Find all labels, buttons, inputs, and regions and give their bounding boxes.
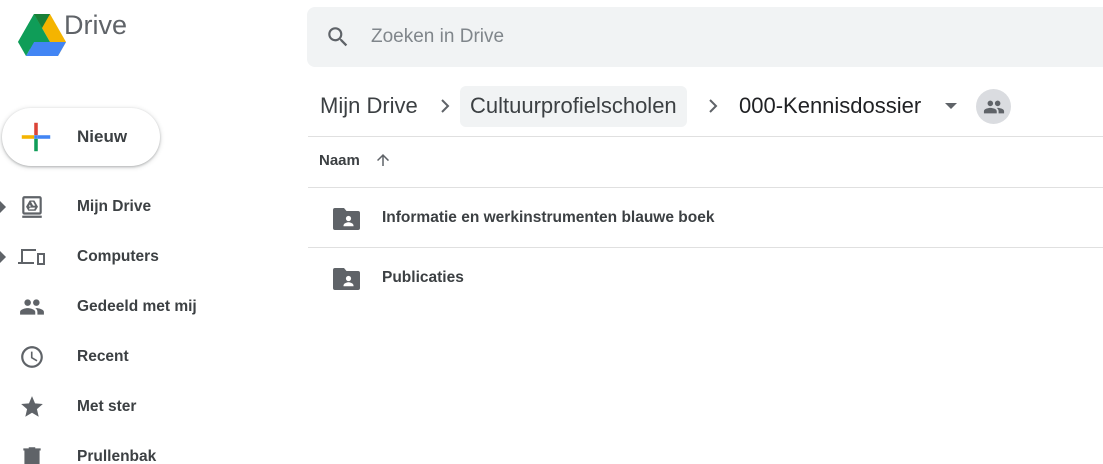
sidebar-item-shared-with-me[interactable]: Gedeeld met mij — [0, 282, 290, 332]
list-item[interactable]: Informatie en werkinstrumenten blauwe bo… — [308, 189, 1103, 247]
sidebar-item-label: Mijn Drive — [77, 198, 152, 215]
shared-with-me-icon — [20, 299, 44, 315]
shared-folder-badge[interactable] — [976, 89, 1011, 124]
search-input[interactable] — [371, 7, 1071, 67]
sidebar-item-computers[interactable]: Computers — [0, 232, 290, 282]
my-drive-icon — [22, 196, 42, 218]
sidebar-item-my-drive[interactable]: Mijn Drive — [0, 182, 290, 232]
computers-icon — [18, 249, 45, 265]
sidebar-item-label: Prullenbak — [77, 448, 157, 464]
new-button[interactable]: Nieuw — [2, 108, 160, 166]
expand-caret-icon[interactable] — [0, 201, 6, 213]
expand-caret-icon[interactable] — [0, 251, 6, 263]
sidebar-item-label: Met ster — [77, 398, 137, 415]
plus-icon — [21, 122, 51, 152]
drive-logo-icon — [18, 14, 66, 56]
sidebar-item-label: Gedeeld met mij — [77, 298, 197, 315]
file-name: Informatie en werkinstrumenten blauwe bo… — [382, 209, 715, 226]
divider — [308, 187, 1103, 188]
column-header-name[interactable]: Naam — [319, 152, 360, 169]
shared-folder-icon — [333, 268, 360, 290]
divider — [308, 247, 1103, 248]
search-icon[interactable] — [325, 24, 351, 50]
breadcrumb-root[interactable]: Mijn Drive — [320, 93, 418, 119]
breadcrumb-current[interactable]: 000-Kennisdossier — [739, 93, 921, 119]
divider — [308, 136, 1103, 137]
sidebar-item-trash[interactable]: Prullenbak — [0, 432, 290, 464]
chevron-right-icon — [709, 99, 718, 113]
list-item[interactable]: Publicaties — [308, 249, 1103, 307]
chevron-right-icon — [441, 99, 450, 113]
new-button-label: Nieuw — [77, 127, 128, 146]
file-name: Publicaties — [382, 269, 464, 286]
clock-icon — [21, 346, 43, 368]
star-icon — [21, 396, 43, 417]
trash-icon — [23, 447, 41, 464]
people-icon — [983, 100, 1004, 113]
dropdown-arrow-icon[interactable] — [945, 103, 957, 109]
sidebar-item-recent[interactable]: Recent — [0, 332, 290, 382]
breadcrumb-parent[interactable]: Cultuurprofielscholen — [460, 86, 687, 127]
shared-folder-icon — [333, 208, 360, 230]
app-name: Drive — [64, 10, 128, 40]
drive-logo[interactable] — [18, 14, 66, 58]
sidebar-item-label: Recent — [77, 348, 129, 365]
search-bar[interactable] — [307, 7, 1103, 67]
sidebar-item-starred[interactable]: Met ster — [0, 382, 290, 432]
sort-ascending-icon[interactable] — [374, 151, 392, 169]
sidebar-item-label: Computers — [77, 248, 159, 265]
